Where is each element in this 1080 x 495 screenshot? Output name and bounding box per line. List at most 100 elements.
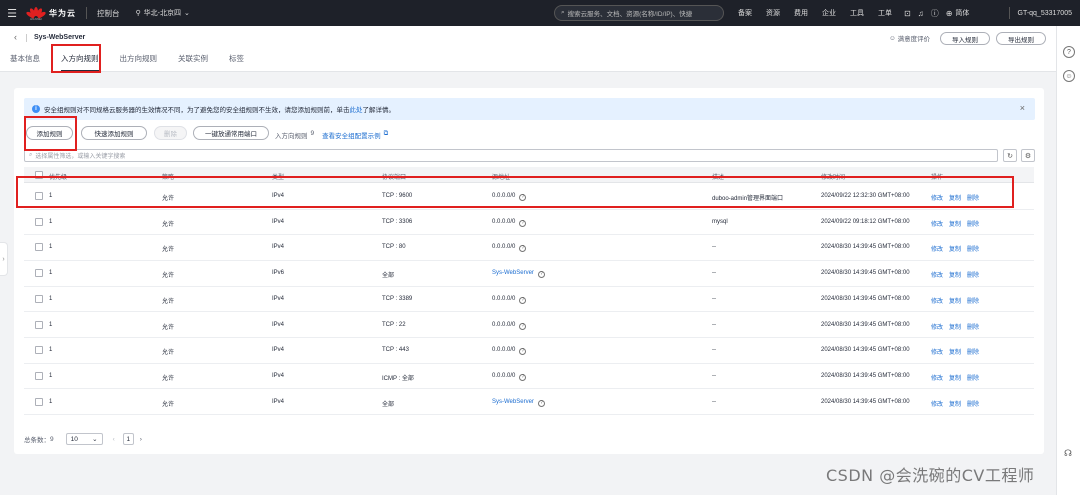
copy-link[interactable]: 复制: [949, 222, 961, 228]
tab-associated-instances[interactable]: 关联实例: [178, 53, 208, 72]
tab-inbound-rules[interactable]: 入方向规则: [61, 53, 99, 72]
row-checkbox[interactable]: [35, 346, 43, 355]
help-icon[interactable]: ?: [519, 219, 527, 227]
nav-enterprise[interactable]: 企业: [822, 8, 836, 18]
modify-link[interactable]: 修改: [931, 376, 943, 382]
help-icon[interactable]: ?: [519, 194, 527, 201]
source-value[interactable]: Sys-WebServer: [492, 270, 534, 276]
global-search-input[interactable]: ⌕ 搜索云服务、文档、资源(名称/ID/IP)、快捷: [554, 5, 724, 21]
quick-add-rule-button[interactable]: 快速添加规则: [81, 126, 147, 140]
copy-link[interactable]: 复制: [949, 273, 961, 279]
menu-icon[interactable]: ☰: [0, 7, 24, 20]
tab-outbound-rules[interactable]: 出方向规则: [120, 53, 158, 72]
nav-resources[interactable]: 资源: [766, 8, 780, 18]
export-rules-button[interactable]: 导出规则: [996, 32, 1046, 45]
delete-link[interactable]: 删除: [967, 222, 979, 228]
row-checkbox[interactable]: [35, 192, 43, 200]
import-rules-button[interactable]: 导入规则: [940, 32, 990, 45]
user-menu[interactable]: GT-qq_53317005: [1008, 0, 1072, 26]
copy-link[interactable]: 复制: [949, 350, 961, 356]
help-icon[interactable]: ?: [1063, 46, 1075, 58]
col-policy[interactable]: 策略: [162, 172, 174, 181]
add-rule-button[interactable]: 添加规则: [26, 126, 73, 140]
col-modified-time[interactable]: 修改时间: [821, 172, 845, 181]
close-icon[interactable]: ×: [1020, 103, 1025, 113]
region-selector[interactable]: ⚲ 华北-北京四 ⌄: [136, 8, 190, 18]
language-label[interactable]: 简体: [955, 8, 969, 18]
delete-button[interactable]: 删除: [154, 126, 187, 140]
help-icon[interactable]: ?: [519, 348, 527, 356]
modify-link[interactable]: 修改: [931, 247, 943, 253]
help-icon[interactable]: ?: [537, 271, 545, 279]
help-icon[interactable]: ?: [519, 245, 527, 253]
sidebar-expand-handle[interactable]: ›: [0, 242, 8, 276]
select-all-checkbox[interactable]: [35, 171, 43, 179]
huawei-cloud-logo[interactable]: 华为云 HUAWEI: [25, 7, 76, 21]
open-common-ports-button[interactable]: 一键放通常用端口: [193, 126, 269, 140]
notice-link[interactable]: 此处: [350, 104, 363, 114]
copy-link[interactable]: 复制: [949, 325, 961, 331]
copy-link[interactable]: 复制: [949, 247, 961, 253]
headset-icon[interactable]: ☊: [1064, 448, 1072, 459]
delete-link[interactable]: 删除: [967, 325, 979, 331]
page-size-select[interactable]: 10 ⌄: [65, 433, 103, 445]
help-icon[interactable]: ?: [519, 373, 527, 381]
modify-link[interactable]: 修改: [931, 350, 943, 356]
delete-link[interactable]: 删除: [967, 376, 979, 382]
cell-source[interactable]: Sys-WebServer?: [492, 399, 545, 407]
row-checkbox[interactable]: [35, 269, 43, 278]
current-page[interactable]: 1: [122, 433, 134, 445]
settings-gear-icon[interactable]: ⚙: [1021, 149, 1035, 162]
source-value[interactable]: Sys-WebServer: [492, 399, 534, 405]
config-example-link[interactable]: 查看安全组配置示例: [322, 130, 381, 140]
delete-link[interactable]: 删除: [967, 247, 979, 253]
tab-basic-info[interactable]: 基本信息: [10, 53, 40, 72]
modify-link[interactable]: 修改: [931, 325, 943, 331]
help-icon[interactable]: ⓘ: [931, 8, 939, 19]
row-checkbox[interactable]: [35, 243, 43, 252]
copy-link[interactable]: 复制: [949, 299, 961, 305]
modify-link[interactable]: 修改: [931, 273, 943, 279]
tab-tags[interactable]: 标签: [229, 53, 244, 72]
row-checkbox[interactable]: [35, 371, 43, 380]
bell-icon[interactable]: ♫: [918, 9, 924, 18]
delete-link[interactable]: 删除: [967, 299, 979, 305]
delete-link[interactable]: 删除: [967, 350, 979, 356]
col-priority[interactable]: 优先级: [49, 172, 67, 181]
col-type[interactable]: 类型: [272, 172, 284, 181]
nav-tickets[interactable]: 工单: [878, 8, 892, 18]
next-page-icon[interactable]: ›: [140, 436, 142, 443]
row-checkbox[interactable]: [35, 320, 43, 329]
nav-tools[interactable]: 工具: [850, 8, 864, 18]
refresh-icon[interactable]: ↻: [1003, 149, 1017, 162]
feedback-smile-icon[interactable]: ☺: [1063, 70, 1075, 82]
modify-link[interactable]: 修改: [931, 299, 943, 305]
console-link[interactable]: 控制台: [97, 8, 120, 19]
filter-search-input[interactable]: ⌕ 选择属性筛选，或输入关键字搜索: [24, 149, 998, 162]
nav-billing[interactable]: 费用: [794, 8, 808, 18]
row-checkbox[interactable]: [35, 397, 43, 406]
row-checkbox[interactable]: [35, 294, 43, 303]
col-source[interactable]: 源地址: [492, 172, 510, 181]
col-protocol-port[interactable]: 协议端口: [382, 172, 406, 181]
modify-link[interactable]: 修改: [931, 222, 943, 228]
row-checkbox[interactable]: [35, 217, 43, 226]
cell-source[interactable]: Sys-WebServer?: [492, 270, 545, 279]
delete-link[interactable]: 删除: [967, 273, 979, 279]
terminal-icon[interactable]: ⊡: [904, 9, 911, 18]
prev-page-icon[interactable]: ‹: [113, 436, 115, 443]
copy-link[interactable]: 复制: [949, 376, 961, 382]
help-icon[interactable]: ?: [519, 296, 527, 304]
delete-link[interactable]: 删除: [967, 402, 979, 408]
copy-link[interactable]: 复制: [949, 402, 961, 408]
delete-link[interactable]: 删除: [967, 196, 979, 202]
nav-beian[interactable]: 备案: [738, 8, 752, 18]
satisfaction-rating[interactable]: ☺ 满意度评价: [889, 33, 930, 44]
help-icon[interactable]: ?: [537, 399, 545, 407]
back-arrow-icon[interactable]: ‹: [14, 32, 17, 42]
globe-icon[interactable]: ⊕: [946, 9, 953, 18]
modify-link[interactable]: 修改: [931, 402, 943, 408]
modify-link[interactable]: 修改: [931, 196, 943, 202]
copy-link[interactable]: 复制: [949, 196, 961, 202]
help-icon[interactable]: ?: [519, 322, 527, 330]
